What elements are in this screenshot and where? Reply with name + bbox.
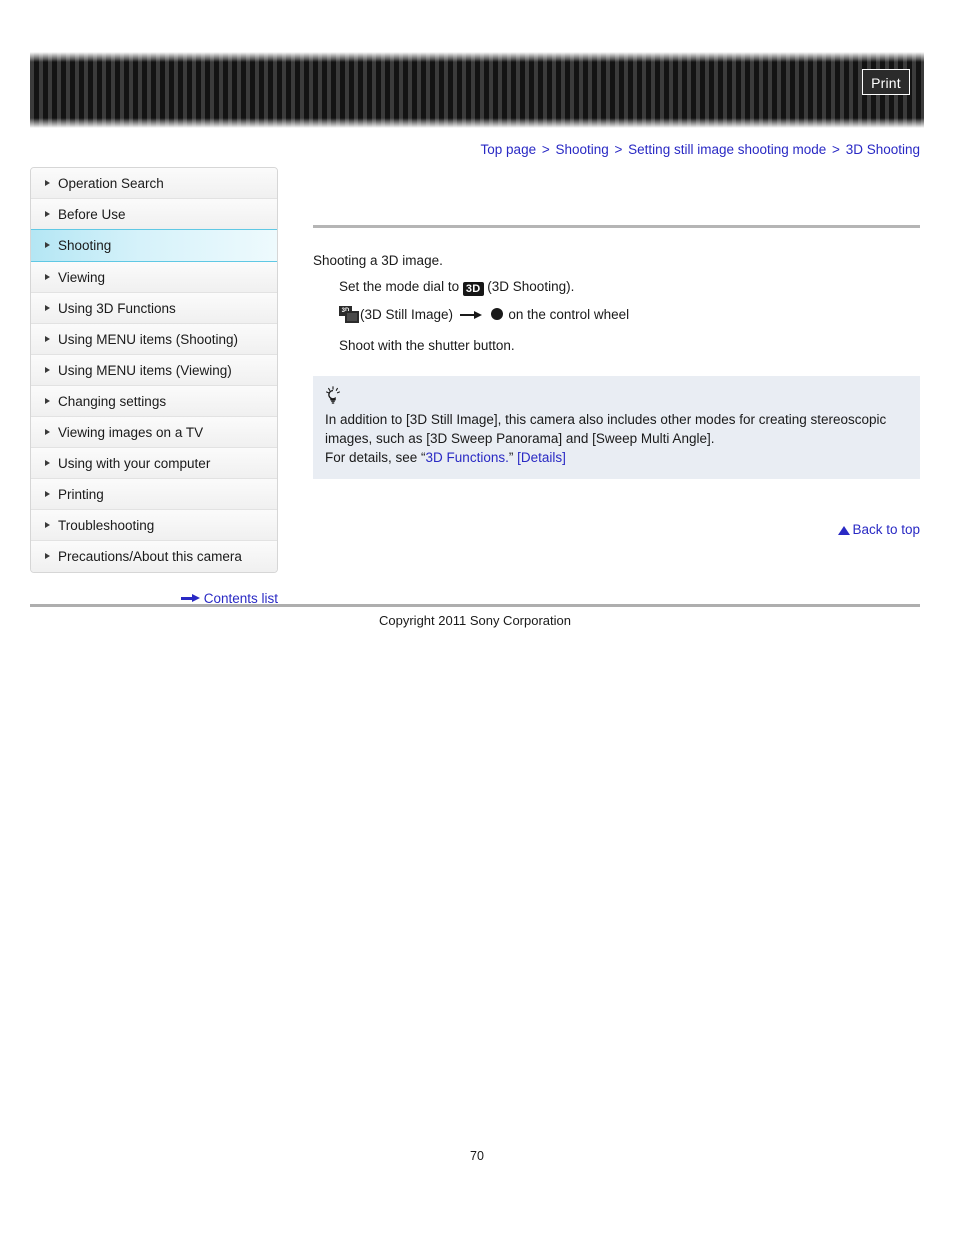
details-link[interactable]: [Details] [517, 450, 566, 465]
sidebar-item-viewing[interactable]: Viewing [31, 262, 277, 293]
sidebar-item-using-menu-items-viewing[interactable]: Using MENU items (Viewing) [31, 355, 277, 386]
sidebar-item-using-with-your-computer[interactable]: Using with your computer [31, 448, 277, 479]
quote-close: ” [508, 450, 514, 465]
tip-box: In addition to [3D Still Image], this ca… [313, 376, 920, 479]
page-number: 70 [470, 1149, 484, 1163]
step-3-text: Shoot with the shutter button. [339, 338, 515, 353]
sidebar-item-operation-search[interactable]: Operation Search [31, 168, 277, 199]
back-to-top-link[interactable]: Back to top [313, 522, 920, 537]
tip-line-3-prefix: For details, see [325, 450, 422, 465]
step-2: 3D (3D Still Image) on the control wheel [339, 305, 920, 325]
arrow-right-icon [180, 594, 200, 603]
sidebar-item-label: Using 3D Functions [58, 301, 176, 316]
sidebar-item-before-use[interactable]: Before Use [31, 199, 277, 230]
tip-line-1: In addition to [3D Still Image], this ca… [325, 412, 887, 427]
sidebar-item-changing-settings[interactable]: Changing settings [31, 386, 277, 417]
mode-dial-3d-icon: 3D [462, 282, 484, 296]
triangle-right-icon [45, 274, 50, 280]
control-wheel-center-icon [490, 308, 503, 320]
back-to-top-label: Back to top [852, 522, 920, 537]
triangle-right-icon [45, 553, 50, 559]
step-1: Set the mode dial to 3D (3D Shooting). [339, 277, 920, 297]
main-content: Shooting a 3D image. Set the mode dial t… [313, 167, 920, 537]
sidebar-item-printing[interactable]: Printing [31, 479, 277, 510]
3d-functions-link[interactable]: 3D Functions. [426, 450, 509, 465]
triangle-right-icon [45, 522, 50, 528]
breadcrumb-separator: > [610, 142, 627, 157]
step-3: Shoot with the shutter button. [339, 336, 920, 356]
content-divider [313, 225, 920, 228]
3d-still-image-icon: 3D [339, 306, 359, 323]
triangle-right-icon [45, 429, 50, 435]
breadcrumb: Top page > Shooting > Setting still imag… [30, 142, 920, 157]
triangle-right-icon [45, 460, 50, 466]
sidebar-item-viewing-images-on-a-tv[interactable]: Viewing images on a TV [31, 417, 277, 448]
breadcrumb-item-3[interactable]: Setting still image shooting mode [628, 142, 826, 157]
triangle-up-icon [838, 526, 851, 535]
sidebar-item-label: Operation Search [58, 176, 164, 191]
footer-divider [30, 604, 920, 607]
intro-text: Shooting a 3D image. [313, 253, 443, 268]
sidebar-item-label: Using MENU items (Viewing) [58, 363, 232, 378]
sidebar-item-label: Shooting [58, 238, 112, 253]
sidebar-item-using-menu-items-shooting[interactable]: Using MENU items (Shooting) [31, 324, 277, 355]
breadcrumb-item-4: 3D Shooting [845, 142, 920, 157]
sidebar-item-label: Before Use [58, 207, 126, 222]
lightbulb-icon [326, 386, 340, 404]
sidebar-item-label: Using with your computer [58, 456, 211, 471]
triangle-right-icon [45, 491, 50, 497]
sidebar-item-label: Using MENU items (Shooting) [58, 332, 239, 347]
tip-line-3: For details, see “3D Functions.” [Detail… [325, 448, 908, 467]
sidebar-item-precautions-about-this-camera[interactable]: Precautions/About this camera [31, 541, 277, 572]
sidebar-item-label: Precautions/About this camera [58, 549, 242, 564]
sidebar-item-using-3d-functions[interactable]: Using 3D Functions [31, 293, 277, 324]
step-1-after-text: (3D Shooting). [487, 279, 575, 294]
print-button[interactable]: Print [862, 69, 910, 95]
sidebar-nav: Operation Search Before Use Shooting Viewin… [30, 167, 278, 573]
step-2-mode-name: (3D Still Image) [360, 307, 454, 322]
breadcrumb-separator: > [828, 142, 844, 157]
step-2-after-text: on the control wheel [508, 307, 630, 322]
breadcrumb-item-2[interactable]: Shooting [555, 142, 608, 157]
triangle-right-icon [45, 211, 50, 217]
header-banner: Print [30, 52, 924, 128]
3d-still-image-icon-front [345, 311, 359, 323]
breadcrumb-separator: > [538, 142, 554, 157]
triangle-right-icon [45, 242, 50, 248]
arrow-right-icon [459, 311, 482, 320]
breadcrumb-item-1[interactable]: Top page [481, 142, 537, 157]
tip-line-2: images, such as [3D Sweep Panorama] and … [325, 431, 715, 446]
triangle-right-icon [45, 367, 50, 373]
copyright-text: Copyright 2011 Sony Corporation [379, 613, 571, 628]
triangle-right-icon [45, 398, 50, 404]
triangle-right-icon [45, 305, 50, 311]
sidebar-item-label: Troubleshooting [58, 518, 155, 533]
sidebar-item-label: Changing settings [58, 394, 167, 409]
triangle-right-icon [45, 336, 50, 342]
sidebar-item-shooting[interactable]: Shooting [31, 229, 277, 262]
sidebar-item-label: Printing [58, 487, 104, 502]
sidebar-item-label: Viewing [58, 270, 106, 285]
sidebar-item-troubleshooting[interactable]: Troubleshooting [31, 510, 277, 541]
triangle-right-icon [45, 180, 50, 186]
step-1-before-text: Set the mode dial to [339, 279, 460, 294]
sidebar-item-label: Viewing images on a TV [58, 425, 204, 440]
